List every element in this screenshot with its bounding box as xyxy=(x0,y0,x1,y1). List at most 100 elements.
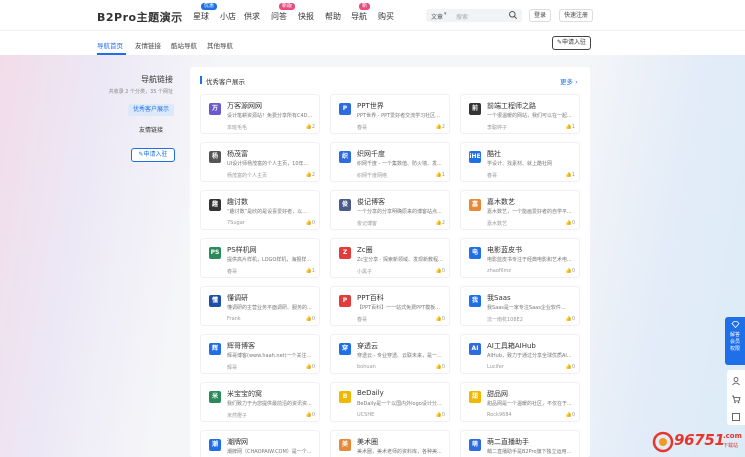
site-card[interactable]: 潮潮牌网潮牌网（CHAOPAIW.COM）是一个...👍0 xyxy=(200,430,320,457)
site-card[interactable]: Z Zc圈 Zc宝分享 · 探索新领域、发现新教程... 小黑子 👍0 xyxy=(330,238,450,278)
like-count[interactable]: 👍0 xyxy=(566,412,575,418)
like-count[interactable]: 👍0 xyxy=(306,220,315,226)
like-count[interactable]: 👍2 xyxy=(306,124,315,130)
nav-item[interactable]: 帮助 xyxy=(325,11,341,22)
nav-item[interactable]: 小店 xyxy=(220,11,236,22)
search-input[interactable]: 搜索 xyxy=(456,12,468,21)
site-card[interactable]: 前前端工程师之路 一个很温暖的网站，我们可以在一起... 李聪婷子 👍1 xyxy=(460,94,580,134)
site-card[interactable]: B BeDaily BeDaily是一个以国内外logo设计分... UCSHE 👍0 xyxy=(330,382,450,422)
site-logo[interactable]: B2Pro主题演示 xyxy=(97,9,183,25)
site-card[interactable]: PS PS样机网 提供高片样机，LOGO样机，海报样... 春哥 👍1 xyxy=(200,238,320,278)
more-link[interactable]: 更多 › xyxy=(560,76,578,86)
nav-item[interactable]: 星球 xyxy=(193,11,209,22)
nav-item[interactable]: 购买 xyxy=(378,11,394,22)
site-card[interactable]: iHE 酷社 学设计、找素材、就上酷社网 春哥 👍1 xyxy=(460,142,580,182)
member-help-float[interactable]: 解答会员权限 xyxy=(725,317,745,365)
site-name[interactable]: 杨茂富 xyxy=(227,149,248,159)
site-name[interactable]: AI工具箱AIHub xyxy=(487,341,536,351)
site-logo-icon: 趣 xyxy=(209,199,221,211)
site-name[interactable]: 我Saas xyxy=(487,293,511,303)
site-logo-icon: 前 xyxy=(469,103,481,115)
site-card[interactable]: 我我Saas 我Saas是一家专注Saas企业软件... 沈一南杭108E2 👍0 xyxy=(460,286,580,326)
register-button[interactable]: 快速注册 xyxy=(559,9,593,22)
like-count[interactable]: 👍0 xyxy=(436,412,445,418)
sidebar-item-friend-links[interactable]: 友情链接 xyxy=(128,125,174,137)
site-name[interactable]: 甜品网 xyxy=(487,389,508,399)
like-count[interactable]: 👍1 xyxy=(566,124,575,130)
site-name[interactable]: 穿透云 xyxy=(357,341,378,351)
like-count[interactable]: 👍0 xyxy=(566,268,575,274)
like-count[interactable]: 👍2 xyxy=(436,124,445,130)
site-name[interactable]: 辉哥博客 xyxy=(227,341,255,351)
site-card[interactable]: 万万客源网网 设计笔耕资源站！免费分享所有C4D... 本班毛毛 👍2 xyxy=(200,94,320,134)
like-count[interactable]: 👍2 xyxy=(436,220,445,226)
login-button[interactable]: 登录 xyxy=(529,9,551,22)
sidebar-item-featured-clients[interactable]: 优秀客户展示 xyxy=(128,104,174,116)
site-name[interactable]: 万客源网网 xyxy=(227,101,262,111)
site-name[interactable]: 美术圈 xyxy=(357,437,378,447)
like-count[interactable]: 👍0 xyxy=(306,316,315,322)
site-card[interactable]: 俊俊记博客 一个分享的分享明确原来的博客站点... 俊记博客 👍2 xyxy=(330,190,450,230)
cart-icon[interactable] xyxy=(731,394,741,404)
site-card[interactable]: 懂懂调研 懂调研的主营业务平面调研、服务的... Frank 👍0 xyxy=(200,286,320,326)
search-icon[interactable] xyxy=(508,10,518,20)
like-count[interactable]: 👍1 xyxy=(306,268,315,274)
like-count[interactable]: 👍0 xyxy=(436,316,445,322)
site-name[interactable]: 俊记博客 xyxy=(357,197,385,207)
like-count[interactable]: 👍0 xyxy=(436,364,445,370)
site-card[interactable]: 辉辉哥博客 辉哥博客(www.haah.net)一个关注... 辉哥 👍0 xyxy=(200,334,320,374)
site-name[interactable]: 嘉木数艺 xyxy=(487,197,515,207)
site-name[interactable]: 酷社 xyxy=(487,149,501,159)
like-count[interactable]: 👍0 xyxy=(566,316,575,322)
site-card[interactable]: 织织网千度 织网千度 - 一个集数值、防火墙、发... 织网千度网络 👍1 xyxy=(330,142,450,182)
nav-item[interactable]: 供求 xyxy=(244,11,260,22)
site-card[interactable]: 趣趣讨数 “趣讨数”是欣的是设喜爱好者，以... 7Sugar 👍0 xyxy=(200,190,320,230)
like-count[interactable]: 👍1 xyxy=(566,172,575,178)
site-name[interactable]: PS样机网 xyxy=(227,245,257,255)
nav-item[interactable]: 快报 xyxy=(298,11,314,22)
like-count[interactable]: 👍2 xyxy=(306,172,315,178)
like-count-value: 0 xyxy=(441,316,445,322)
site-card[interactable]: P PPT百科 【PPT百科】一一站式免费PPT模板... 春哥 👍0 xyxy=(330,286,450,326)
site-card[interactable]: P PPT世界 PPT世界 - PPT爱好者交流学习社区... 春哥 👍2 xyxy=(330,94,450,134)
nav-item[interactable]: 导航 xyxy=(351,11,367,22)
site-name[interactable]: 萌二直播助手 xyxy=(487,437,529,447)
site-card[interactable]: AI AI工具箱AIHub AIHub，致力于通过分享全球优质AI... Lucife… xyxy=(460,334,580,374)
like-count[interactable]: 👍0 xyxy=(566,364,575,370)
site-name[interactable]: 米宝宝的窝 xyxy=(227,389,262,399)
site-card[interactable]: 杨杨茂富 UI设计师杨茂富的个人主页，10年... 杨茂富的个人主页 👍2 xyxy=(200,142,320,182)
site-card[interactable]: 萌萌二直播助手 萌二直播助手是B2Pro旗下独立运用... xyxy=(460,430,580,457)
like-count[interactable]: 👍0 xyxy=(306,412,315,418)
subnav-other[interactable]: 其他导航 xyxy=(207,40,233,50)
message-icon[interactable] xyxy=(731,412,741,422)
like-count[interactable]: 👍0 xyxy=(306,364,315,370)
subnav-home[interactable]: 导航首页 xyxy=(97,40,123,50)
nav-item[interactable]: 问答 xyxy=(271,11,287,22)
site-card[interactable]: 美美术圈 美术圈，美术老师的资料库，各种美... xyxy=(330,430,450,457)
site-name[interactable]: 趣讨数 xyxy=(227,197,248,207)
search-bar[interactable]: 文章 ▾ 搜索 xyxy=(426,9,522,22)
site-card[interactable]: 电电影蓝皮书 电影蓝皮书专注于经典电影和艺术电... zhaofilmz 👍0 xyxy=(460,238,580,278)
site-name[interactable]: PPT世界 xyxy=(357,101,384,111)
site-card[interactable]: 穿穿透云 穿透云 - 专业穿透、云联未来，是一... bohuan 👍0 xyxy=(330,334,450,374)
like-count[interactable]: 👍1 xyxy=(436,172,445,178)
site-name[interactable]: PPT百科 xyxy=(357,293,384,303)
site-card[interactable]: 米米宝宝的窝 我们致力于为您提供最前沿的资讯资... 米然橙子 👍0 xyxy=(200,382,320,422)
site-name[interactable]: 懂调研 xyxy=(227,293,248,303)
site-name[interactable]: 织网千度 xyxy=(357,149,385,159)
site-name[interactable]: 电影蓝皮书 xyxy=(487,245,522,255)
like-count[interactable]: 👍0 xyxy=(566,220,575,226)
site-name[interactable]: Zc圈 xyxy=(357,245,373,255)
site-name[interactable]: 潮牌网 xyxy=(227,437,248,447)
apply-join-button[interactable]: ✎申请入驻 xyxy=(552,36,591,50)
subnav-friend-links[interactable]: 友情链接 xyxy=(135,40,161,50)
site-name[interactable]: 前端工程师之路 xyxy=(487,101,536,111)
subnav-cool-sites[interactable]: 酷站导航 xyxy=(171,40,197,50)
site-name[interactable]: BeDaily xyxy=(357,389,384,397)
user-icon[interactable] xyxy=(731,376,741,386)
like-count[interactable]: 👍0 xyxy=(436,268,445,274)
site-card[interactable]: 甜甜品网 甜品网是一个温暖的社区，不仅在于... Rock9684 👍0 xyxy=(460,382,580,422)
site-card[interactable]: 嘉嘉木数艺 嘉木数艺，一个能画爱好者的自学平... 嘉木数艺 👍0 xyxy=(460,190,580,230)
search-category-select[interactable]: 文章 xyxy=(431,12,443,21)
sidebar-apply-button[interactable]: ✎申请入驻 xyxy=(131,148,175,162)
